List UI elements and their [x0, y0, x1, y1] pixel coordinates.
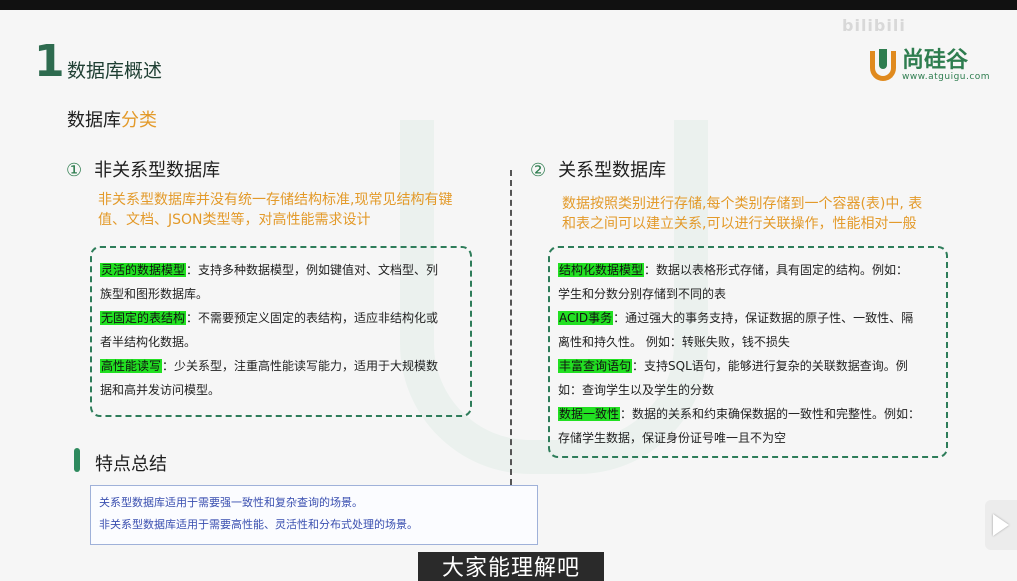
nosql-features-box: 灵活的数据模型：支持多种数据模型，例如键值对、文档型、列 族型和图形数据库。 无… — [90, 246, 472, 417]
sql-description: 数据按照类别进行存储,每个类别存储到一个容器(表)中, 表 和表之间可以建立关系… — [562, 194, 922, 234]
video-subtitle-caption: 大家能理解吧 — [418, 552, 604, 581]
sql-heading-text: 关系型数据库 — [558, 160, 667, 181]
feature-text: 如：查询学生以及学生的分数 — [558, 383, 715, 397]
feature-tag: 灵活的数据模型 — [100, 263, 187, 277]
feature-text: 者半结构化数据。 — [100, 335, 197, 349]
slide: bilibili 1 数据库概述 尚硅谷 www.atguigu.com 数据库… — [0, 10, 1017, 581]
feature-text: 离性和持久性。 例如：转账失败，钱不损失 — [558, 335, 790, 349]
subtitle-accent: 分类 — [121, 110, 157, 131]
sql-feature: 丰富查询语句：支持SQL语句，能够进行复杂的关联数据查询。例 — [558, 359, 908, 373]
summary-title: 特点总结 — [95, 454, 167, 475]
side-play-button[interactable] — [985, 500, 1017, 550]
sql-desc-line: 和表之间可以建立关系,可以进行关联操作，性能相对一般 — [562, 216, 917, 232]
circled-number-2: ② — [530, 160, 547, 181]
column-divider — [510, 170, 512, 485]
feature-text: 存储学生数据，保证身份证号唯一且不为空 — [558, 431, 787, 445]
feature-tag: 无固定的表结构 — [100, 311, 187, 325]
summary-box: 关系型数据库适用于需要强一致性和复杂查询的场景。 非关系型数据库适用于需要高性能… — [90, 485, 538, 545]
sql-desc-line: 数据按照类别进行存储,每个类别存储到一个容器(表)中, 表 — [562, 196, 923, 212]
page-title: 数据库概述 — [67, 60, 163, 82]
feature-tag: 丰富查询语句 — [558, 359, 633, 373]
nosql-desc-line: 非关系型数据库并没有统一存储结构标准,现常见结构有键 — [98, 192, 453, 208]
sql-feature: 数据一致性：数据的关系和约束确保数据的一致性和完整性。例如： — [558, 407, 921, 421]
feature-text: 据和高并发访问模型。 — [100, 383, 221, 397]
nosql-heading-text: 非关系型数据库 — [94, 160, 221, 181]
nosql-feature: 高性能读写：少关系型，注重高性能读写能力，适用于大规模数 — [100, 359, 439, 373]
feature-text: 学生和分数分别存储到不同的表 — [558, 287, 727, 301]
feature-tag: 高性能读写 — [100, 359, 163, 373]
feature-text: 族型和图形数据库。 — [100, 287, 209, 301]
logo-name: 尚硅谷 — [902, 48, 969, 73]
sql-feature: ACID事务：通过强大的事务支持，保证数据的原子性、一致性、隔 — [558, 311, 914, 325]
logo-u-icon — [870, 49, 896, 81]
section-number: 1 — [34, 36, 65, 87]
nosql-feature: 灵活的数据模型：支持多种数据模型，例如键值对、文档型、列 — [100, 263, 439, 277]
sql-heading: ② 关系型数据库 — [530, 156, 666, 182]
summary-line: 关系型数据库适用于需要强一致性和复杂查询的场景。 — [99, 496, 363, 509]
feature-tag: 结构化数据模型 — [558, 263, 645, 277]
summary-line: 非关系型数据库适用于需要高性能、灵活性和分布式处理的场景。 — [99, 518, 418, 531]
sql-features-box: 结构化数据模型：数据以表格形式存储，具有固定的结构。例如： 学生和分数分别存储到… — [548, 246, 948, 458]
sql-feature: 结构化数据模型：数据以表格形式存储，具有固定的结构。例如： — [558, 263, 909, 277]
feature-tag: ACID事务 — [558, 311, 614, 325]
nosql-feature: 无固定的表结构：不需要预定义固定的表结构，适应非结构化或 — [100, 311, 439, 325]
summary-accent-bar — [74, 448, 80, 472]
logo-url: www.atguigu.com — [902, 72, 991, 82]
play-icon — [993, 514, 1009, 536]
watermark: bilibili — [842, 16, 906, 35]
circled-number-1: ① — [66, 160, 83, 181]
brand-logo: 尚硅谷 www.atguigu.com — [870, 48, 991, 82]
feature-tag: 数据一致性 — [558, 407, 621, 421]
nosql-heading: ① 非关系型数据库 — [66, 156, 220, 182]
section-subtitle: 数据库分类 — [67, 106, 157, 132]
nosql-desc-line: 值、文档、JSON类型等，对高性能需求设计 — [98, 212, 371, 228]
subtitle-main: 数据库 — [67, 110, 121, 131]
nosql-description: 非关系型数据库并没有统一存储结构标准,现常见结构有键 值、文档、JSON类型等，… — [98, 190, 452, 230]
top-bar — [0, 0, 1017, 10]
